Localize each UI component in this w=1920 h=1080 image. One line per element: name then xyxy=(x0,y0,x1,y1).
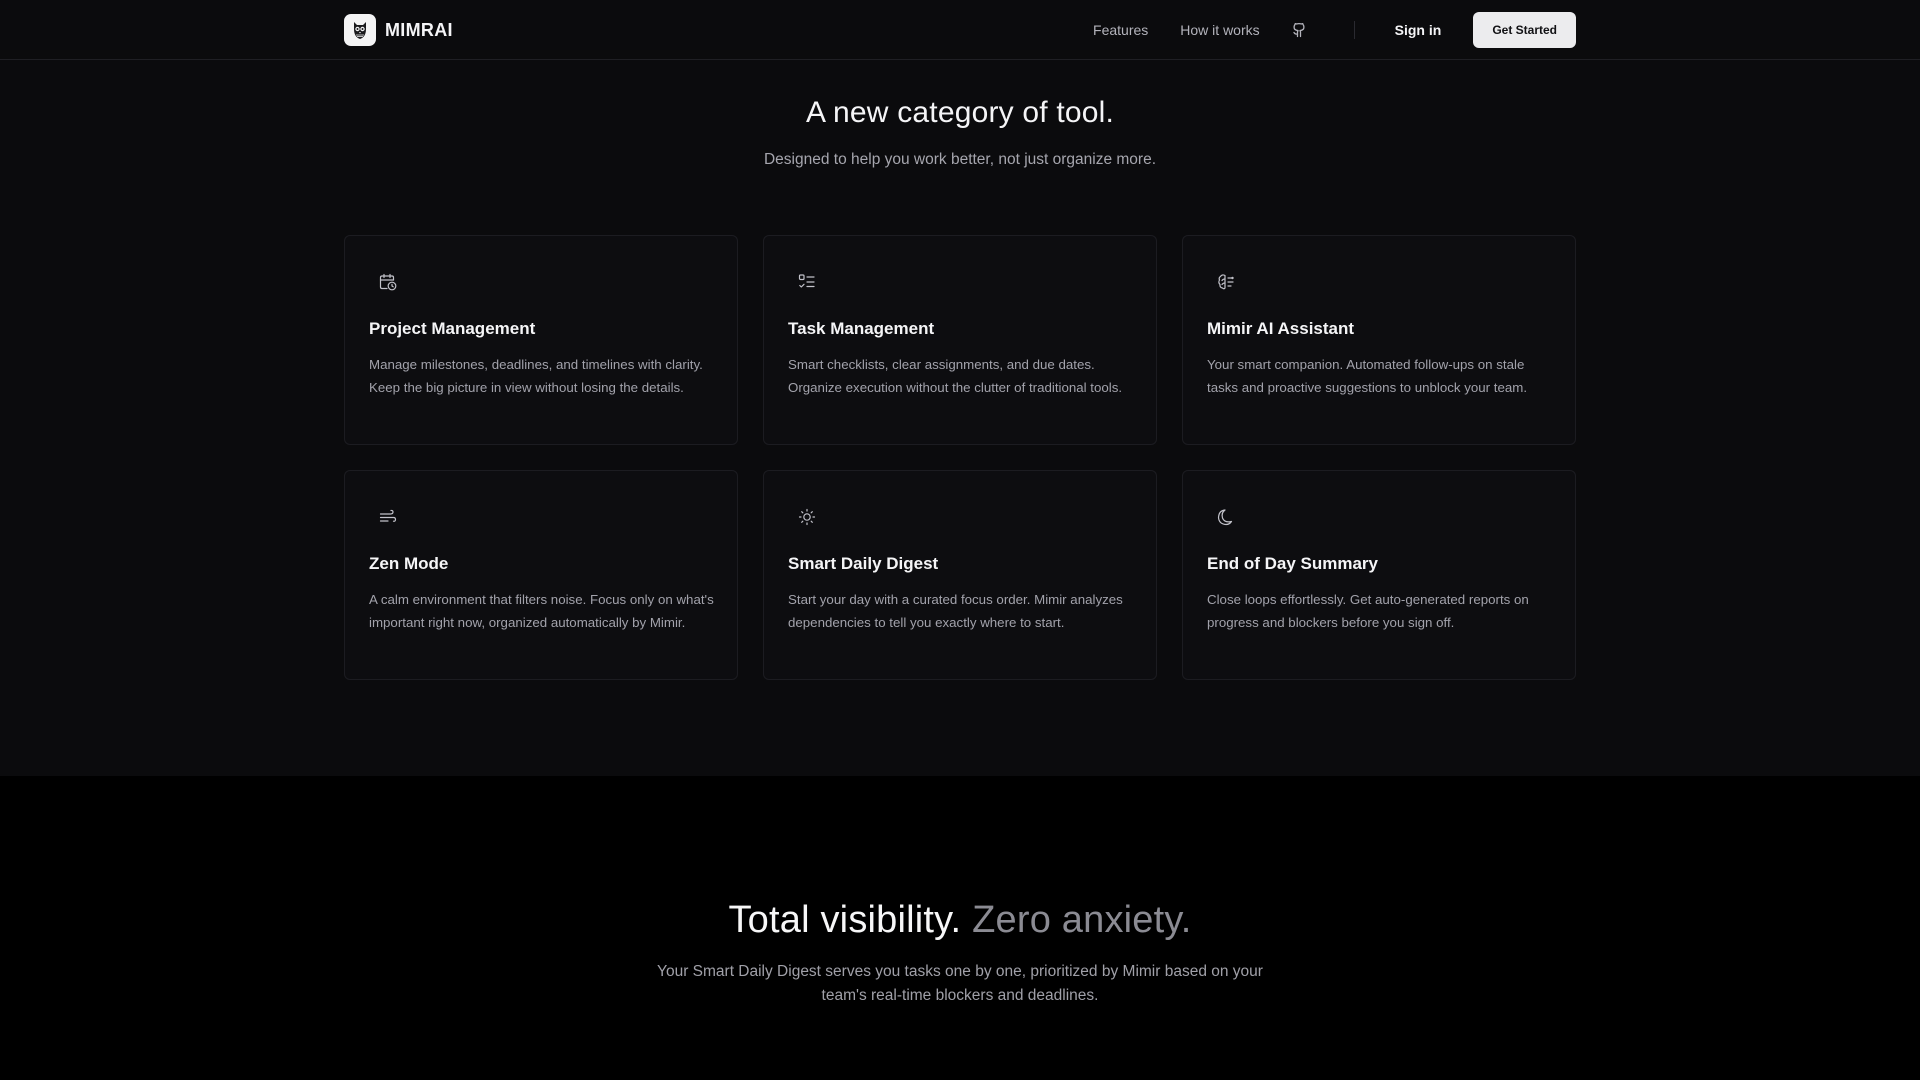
brain-icon xyxy=(1216,272,1236,292)
feature-card-end-of-day-summary: End of Day Summary Close loops effortles… xyxy=(1182,470,1576,680)
nav-link-features[interactable]: Features xyxy=(1093,22,1148,38)
feature-card-description: A calm environment that filters noise. F… xyxy=(369,592,714,630)
feature-card-task-management: Task Management Smart checklists, clear … xyxy=(763,235,1157,445)
feature-card-description: Smart checklists, clear assignments, and… xyxy=(788,357,1123,395)
features-subtitle: Designed to help you work better, not ju… xyxy=(763,151,1157,168)
feature-card-title: Task Management xyxy=(788,319,935,338)
navbar-inner: MIMRAI Features How it works Sign in Get… xyxy=(344,0,1576,60)
visibility-title-strong: Total visibility. xyxy=(728,899,962,941)
top-navbar: MIMRAI Features How it works Sign in Get… xyxy=(0,0,1920,60)
feature-card-project-management: Project Management Manage milestones, de… xyxy=(344,235,738,445)
feature-card-mimir-ai-assistant: Mimir AI Assistant Your smart companion.… xyxy=(1182,235,1576,445)
nav-divider xyxy=(1353,21,1355,39)
feature-card-description: Your smart companion. Automated follow-u… xyxy=(1207,357,1528,395)
feature-card-zen-mode: Zen Mode A calm environment that filters… xyxy=(344,470,738,680)
feature-card-title: End of Day Summary xyxy=(1207,554,1378,573)
nav-links: Features How it works Sign in Get Starte… xyxy=(1093,12,1576,48)
visibility-subtitle: Your Smart Daily Digest serves you tasks… xyxy=(657,963,1263,1004)
nav-link-how-it-works[interactable]: How it works xyxy=(1180,22,1259,38)
calendar-clock-icon xyxy=(378,272,398,292)
owl-logo-icon xyxy=(344,14,376,46)
feature-card-smart-daily-digest: Smart Daily Digest Start your day with a… xyxy=(763,470,1157,680)
feature-card-description: Start your day with a curated focus orde… xyxy=(788,592,1123,630)
feature-card-description: Close loops effortlessly. Get auto-gener… xyxy=(1207,592,1529,630)
feature-grid: Project Management Manage milestones, de… xyxy=(344,235,1576,680)
features-section: A new category of tool. Designed to help… xyxy=(0,61,1920,776)
visibility-title-muted: Zero anxiety. xyxy=(972,899,1192,941)
github-icon[interactable] xyxy=(1292,22,1306,38)
feature-card-title: Mimir AI Assistant xyxy=(1207,319,1355,338)
brand-name: MIMRAI xyxy=(385,19,453,40)
visibility-section: Total visibility. Zero anxiety. Your Sma… xyxy=(0,776,1920,1080)
brand-home-link[interactable]: MIMRAI xyxy=(344,14,453,46)
feature-card-title: Project Management xyxy=(369,319,536,338)
sun-icon xyxy=(797,507,817,527)
feature-card-title: Zen Mode xyxy=(369,554,449,573)
feature-card-description: Manage milestones, deadlines, and timeli… xyxy=(369,357,703,395)
get-started-button[interactable]: Get Started xyxy=(1473,12,1576,48)
sign-in-link[interactable]: Sign in xyxy=(1395,22,1442,38)
feature-card-title: Smart Daily Digest xyxy=(788,554,939,573)
moon-icon xyxy=(1216,507,1236,527)
visibility-title: Total visibility. Zero anxiety. xyxy=(0,899,1920,942)
list-checks-icon xyxy=(797,272,817,292)
wind-icon xyxy=(378,507,398,527)
features-title: A new category of tool. xyxy=(805,96,1115,129)
